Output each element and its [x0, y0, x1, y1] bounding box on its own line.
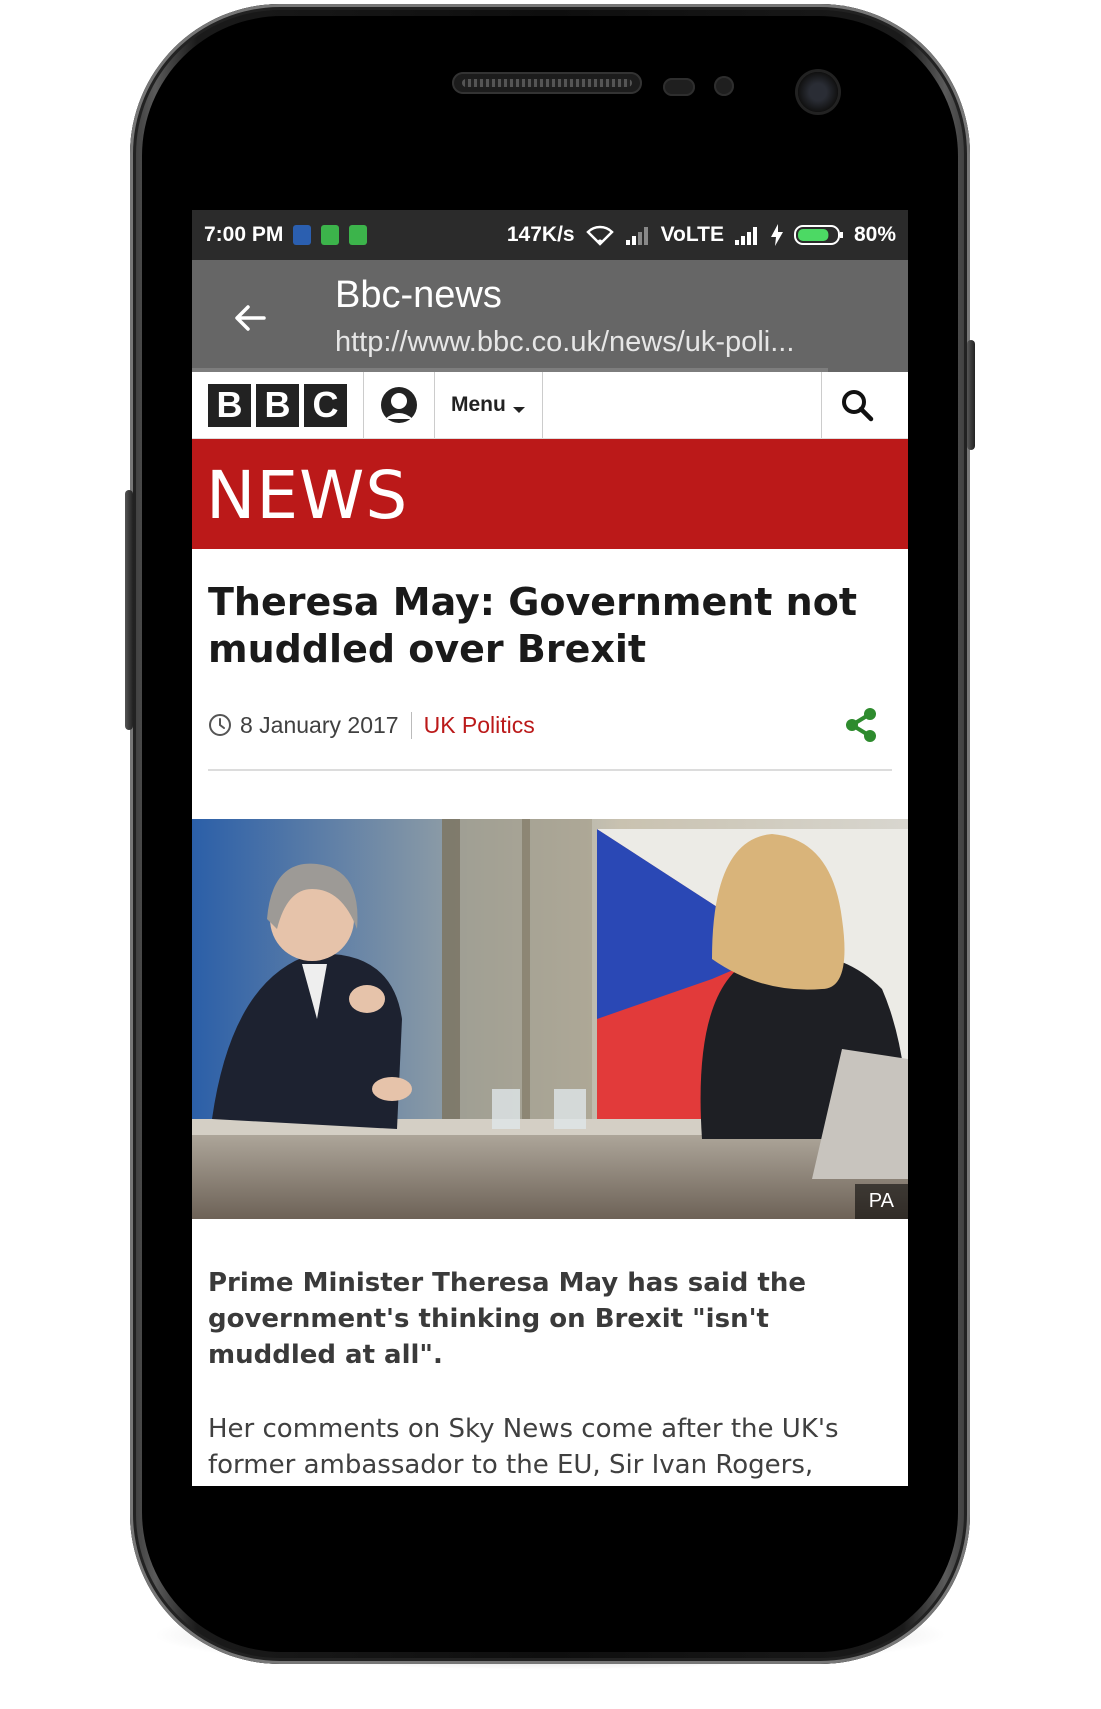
account-icon [381, 387, 417, 423]
back-arrow-icon[interactable] [230, 298, 270, 338]
article-date: 8 January 2017 [240, 711, 412, 739]
network-speed: 147K/s [506, 223, 575, 246]
article-paragraph: Her comments on Sky News come after the … [208, 1414, 839, 1480]
phone-screen: 7:00 PM 147K/s VoLTE 80% Bbc-news http:/… [192, 210, 908, 1486]
charging-bolt-icon [770, 224, 783, 246]
page-title: Bbc-news [335, 274, 502, 316]
power-button [967, 340, 975, 450]
bbc-logo-letter: B [256, 383, 299, 427]
search-icon [842, 390, 874, 422]
android-notification-icon [349, 225, 368, 245]
bbc-logo-letter: B [208, 383, 251, 427]
search-button[interactable] [821, 372, 892, 438]
status-time: 7:00 PM [204, 223, 284, 246]
clock-icon [209, 714, 231, 736]
sim-notification-icon [321, 225, 340, 245]
bbc-logo-letter: C [304, 383, 347, 427]
network-type: VoLTE [660, 223, 724, 246]
menu-button[interactable]: Menu [435, 372, 543, 438]
article-meta: 8 January 2017 UK Politics [208, 707, 892, 771]
article: Theresa May: Government not muddled over… [192, 579, 908, 771]
article-photo: PA [192, 819, 908, 1219]
earpiece-speaker [452, 72, 642, 94]
front-camera [798, 72, 838, 112]
light-sensor [714, 76, 734, 96]
volume-button [125, 490, 133, 730]
app-notification-icon [293, 225, 312, 245]
app-bar: Bbc-news http://www.bbc.co.uk/news/uk-po… [192, 260, 908, 372]
signal-2-icon [734, 227, 757, 245]
status-bar: 7:00 PM 147K/s VoLTE 80% [192, 210, 908, 260]
bbc-logo[interactable]: B B C [192, 372, 364, 438]
battery-icon [793, 225, 843, 245]
page-url: http://www.bbc.co.uk/news/uk-poli... [335, 326, 795, 358]
image-credit: PA [854, 1184, 908, 1219]
news-logo-text: NEWS [206, 457, 409, 534]
article-category-link[interactable]: UK Politics [424, 712, 535, 739]
chevron-down-icon [512, 407, 525, 413]
article-lede: Prime Minister Theresa May has said the … [208, 1268, 806, 1370]
battery-percent: 80% [853, 223, 896, 246]
interview-photo [192, 819, 908, 1219]
menu-label: Menu [451, 393, 506, 416]
proximity-sensor [663, 78, 695, 96]
signal-icon [625, 227, 648, 245]
news-banner[interactable]: NEWS [192, 439, 908, 549]
article-headline: Theresa May: Government not muddled over… [208, 580, 858, 671]
wifi-icon [585, 225, 614, 246]
share-icon[interactable] [844, 707, 878, 743]
bbc-top-bar: B B C Menu [192, 372, 908, 439]
account-button[interactable] [364, 372, 435, 438]
